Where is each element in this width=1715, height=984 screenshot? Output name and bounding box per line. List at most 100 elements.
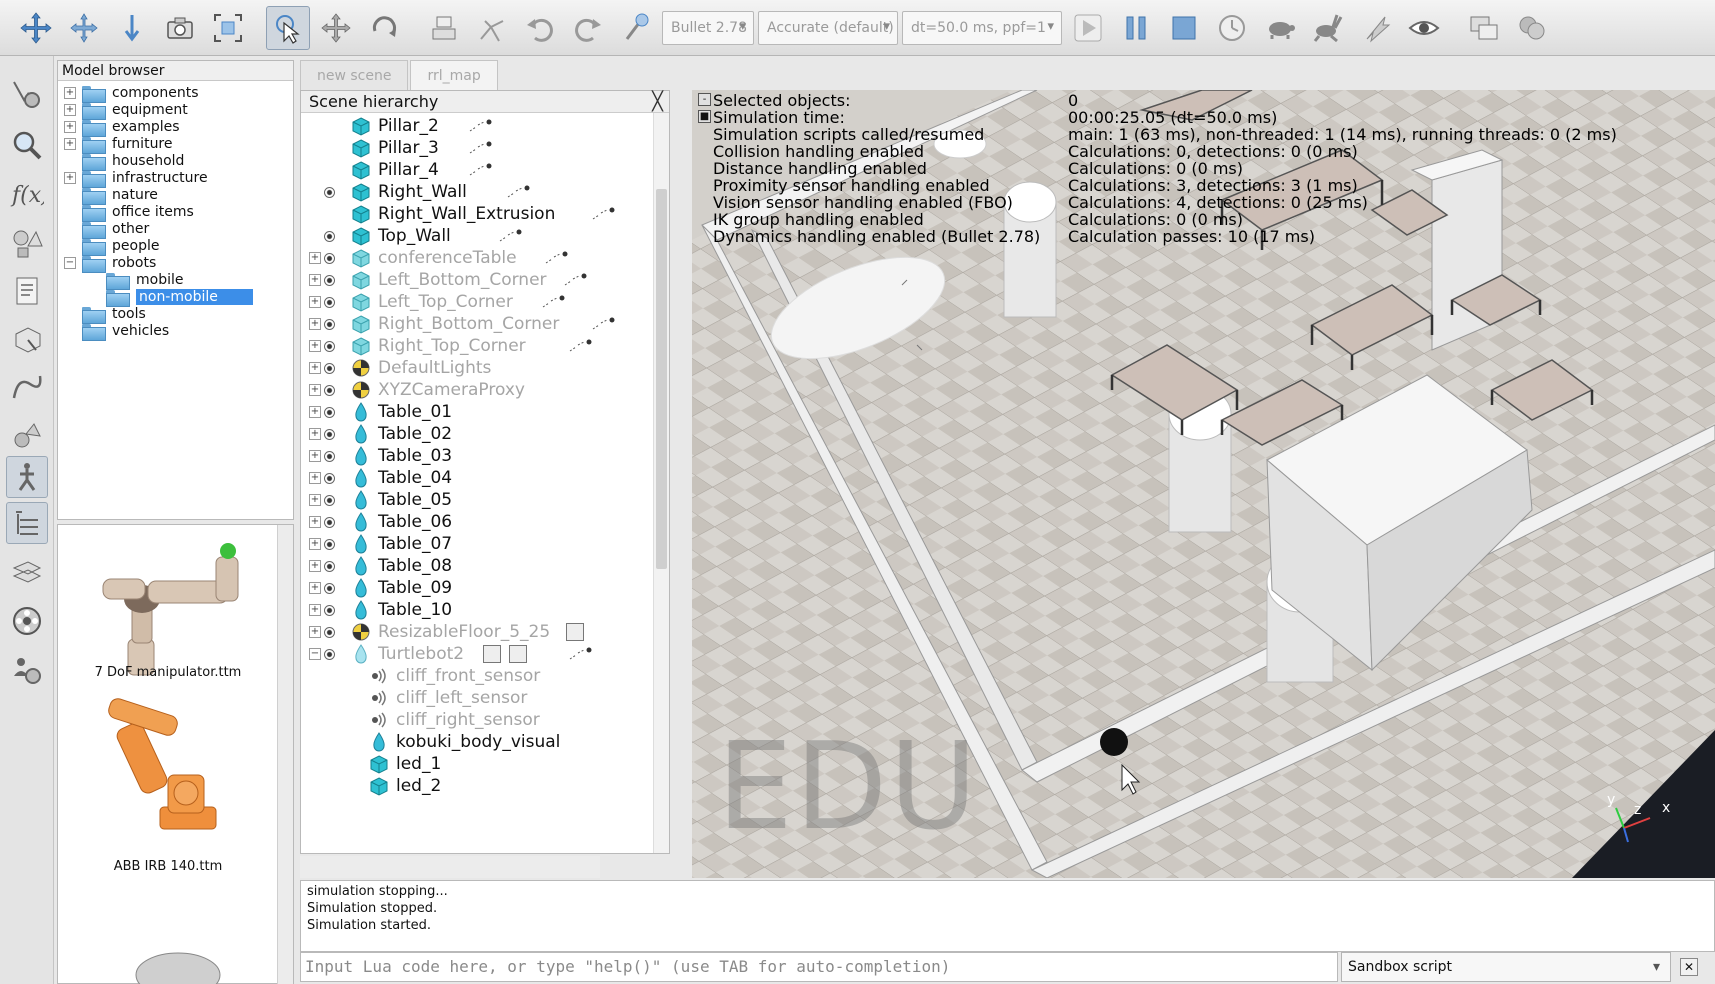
search-icon[interactable]: [6, 124, 48, 166]
close-icon[interactable]: ╳: [652, 91, 663, 112]
model-folder-household[interactable]: household: [82, 152, 184, 171]
visibility-icon[interactable]: [324, 649, 335, 660]
scene-object-kobuki-body-visual[interactable]: kobuki_body_visual: [301, 731, 671, 753]
accuracy-select[interactable]: Accurate (default): [758, 10, 898, 45]
scene-object-right-wall-extrusion[interactable]: Right_Wall_Extrusion: [301, 203, 671, 225]
scene-object-table-03[interactable]: + Table_03: [301, 445, 671, 467]
model-folder-infrastructure[interactable]: + infrastructure: [64, 169, 208, 188]
model-folder-equipment[interactable]: + equipment: [64, 101, 188, 120]
scene-object-table-01[interactable]: + Table_01: [301, 401, 671, 423]
scene-object-right-bottom-corner[interactable]: + Right_Bottom_Corner: [301, 313, 671, 335]
visualization-eye-icon[interactable]: [1402, 6, 1446, 50]
scene-object-table-04[interactable]: + Table_04: [301, 467, 671, 489]
scene-object-led-1[interactable]: led_1: [301, 753, 671, 775]
scene-object-led-2[interactable]: led_2: [301, 775, 671, 797]
expand-icon[interactable]: +: [309, 340, 321, 352]
scene-hierarchy-toggle-icon[interactable]: [6, 502, 48, 544]
visibility-icon[interactable]: [324, 231, 335, 242]
expand-icon[interactable]: +: [309, 582, 321, 594]
scene-object-cliff-left-sensor[interactable]: cliff_left_sensor: [301, 687, 671, 709]
expand-icon[interactable]: +: [64, 172, 76, 184]
scene-hierarchy-hscrollbar[interactable]: [300, 856, 600, 878]
scene-object-table-09[interactable]: + Table_09: [301, 577, 671, 599]
visibility-icon[interactable]: [324, 451, 335, 462]
visibility-icon[interactable]: [324, 605, 335, 616]
scene-object-table-06[interactable]: + Table_06: [301, 511, 671, 533]
visibility-icon[interactable]: [324, 275, 335, 286]
visibility-icon[interactable]: [324, 517, 335, 528]
video-recorder-icon[interactable]: [6, 600, 48, 642]
visibility-icon[interactable]: [324, 363, 335, 374]
stop-icon[interactable]: [1162, 6, 1206, 50]
model-folder-people[interactable]: people: [82, 237, 159, 256]
pause-icon[interactable]: [1114, 6, 1158, 50]
undo-icon[interactable]: [518, 6, 562, 50]
scene-object-table-05[interactable]: + Table_05: [301, 489, 671, 511]
transfer-dna-icon[interactable]: [470, 6, 514, 50]
scene-object-right-top-corner[interactable]: + Right_Top_Corner: [301, 335, 671, 357]
assemble-icon[interactable]: [422, 6, 466, 50]
model-folder-tools[interactable]: tools: [82, 305, 146, 324]
expand-icon[interactable]: +: [64, 104, 76, 116]
manipulator-7dof-thumbnail[interactable]: [78, 531, 258, 681]
customization-script-icon[interactable]: [509, 645, 527, 663]
scene-object-left-top-corner[interactable]: + Left_Top_Corner: [301, 291, 671, 313]
scene-object-left-bottom-corner[interactable]: + Left_Bottom_Corner: [301, 269, 671, 291]
model-folder-nature[interactable]: nature: [82, 186, 158, 205]
scene-object-cliff-front-sensor[interactable]: cliff_front_sensor: [301, 665, 671, 687]
expand-icon[interactable]: +: [309, 604, 321, 616]
visibility-icon[interactable]: [324, 187, 335, 198]
expand-icon[interactable]: +: [309, 428, 321, 440]
expand-icon[interactable]: +: [309, 274, 321, 286]
abb-irb140-thumbnail[interactable]: [88, 695, 258, 860]
collapse-icon[interactable]: −: [64, 257, 76, 269]
expand-icon[interactable]: +: [309, 450, 321, 462]
script-icon[interactable]: [483, 645, 501, 663]
timestep-select[interactable]: dt=50.0 ms, ppf=1: [902, 10, 1062, 45]
scene-object-table-02[interactable]: + Table_02: [301, 423, 671, 445]
visibility-icon[interactable]: [324, 253, 335, 264]
object-shift-icon[interactable]: [314, 6, 358, 50]
collections-icon[interactable]: [6, 222, 48, 264]
calculation-modules-icon[interactable]: f(x): [6, 172, 48, 214]
visibility-icon[interactable]: [324, 319, 335, 330]
expand-icon[interactable]: +: [64, 138, 76, 150]
visibility-icon[interactable]: [324, 297, 335, 308]
model-thumbnails-scrollbar[interactable]: [277, 525, 293, 984]
expand-icon[interactable]: +: [309, 626, 321, 638]
visibility-icon[interactable]: [324, 407, 335, 418]
model-folder-examples[interactable]: + examples: [64, 118, 180, 137]
visibility-icon[interactable]: [324, 429, 335, 440]
expand-icon[interactable]: +: [309, 296, 321, 308]
tab-new-scene[interactable]: new scene: [300, 60, 409, 90]
scene-object-cliff-right-sensor[interactable]: cliff_right_sensor: [301, 709, 671, 731]
scene-object-pillar-4[interactable]: Pillar_4: [301, 159, 671, 181]
scene-object-top-wall[interactable]: Top_Wall: [301, 225, 671, 247]
model-folder-other[interactable]: other: [82, 220, 149, 239]
scene-object-xyz-camera-proxy[interactable]: + XYZCameraProxy: [301, 379, 671, 401]
expand-icon[interactable]: +: [309, 538, 321, 550]
expand-icon[interactable]: +: [64, 87, 76, 99]
thread-rendering-icon[interactable]: [1354, 6, 1398, 50]
scene-object-right-wall[interactable]: Right_Wall: [301, 181, 671, 203]
scene-hierarchy-scrollbar[interactable]: [653, 113, 669, 853]
visibility-icon[interactable]: [324, 385, 335, 396]
camera-pan-icon[interactable]: [14, 6, 58, 50]
object-rotate-icon[interactable]: [362, 6, 406, 50]
scene-object-turtlebot2[interactable]: − Turtlebot2: [301, 643, 671, 665]
expand-icon[interactable]: +: [309, 318, 321, 330]
slower-turtle-icon[interactable]: [1258, 6, 1302, 50]
visibility-icon[interactable]: [324, 473, 335, 484]
camera-shift-icon[interactable]: [110, 6, 154, 50]
expand-icon[interactable]: +: [309, 384, 321, 396]
script-select[interactable]: Sandbox script: [1341, 952, 1671, 982]
shape-edit-icon[interactable]: [6, 318, 48, 360]
kinematics-icon[interactable]: [6, 456, 48, 498]
fit-to-view-icon[interactable]: [206, 6, 250, 50]
scripts-icon[interactable]: [6, 270, 48, 312]
expand-icon[interactable]: +: [309, 560, 321, 572]
redo-icon[interactable]: [566, 6, 610, 50]
physics-engine-icon[interactable]: [614, 6, 658, 50]
path-edit-icon[interactable]: [6, 366, 48, 408]
model-folder-non-mobile[interactable]: non-mobile: [106, 288, 253, 307]
